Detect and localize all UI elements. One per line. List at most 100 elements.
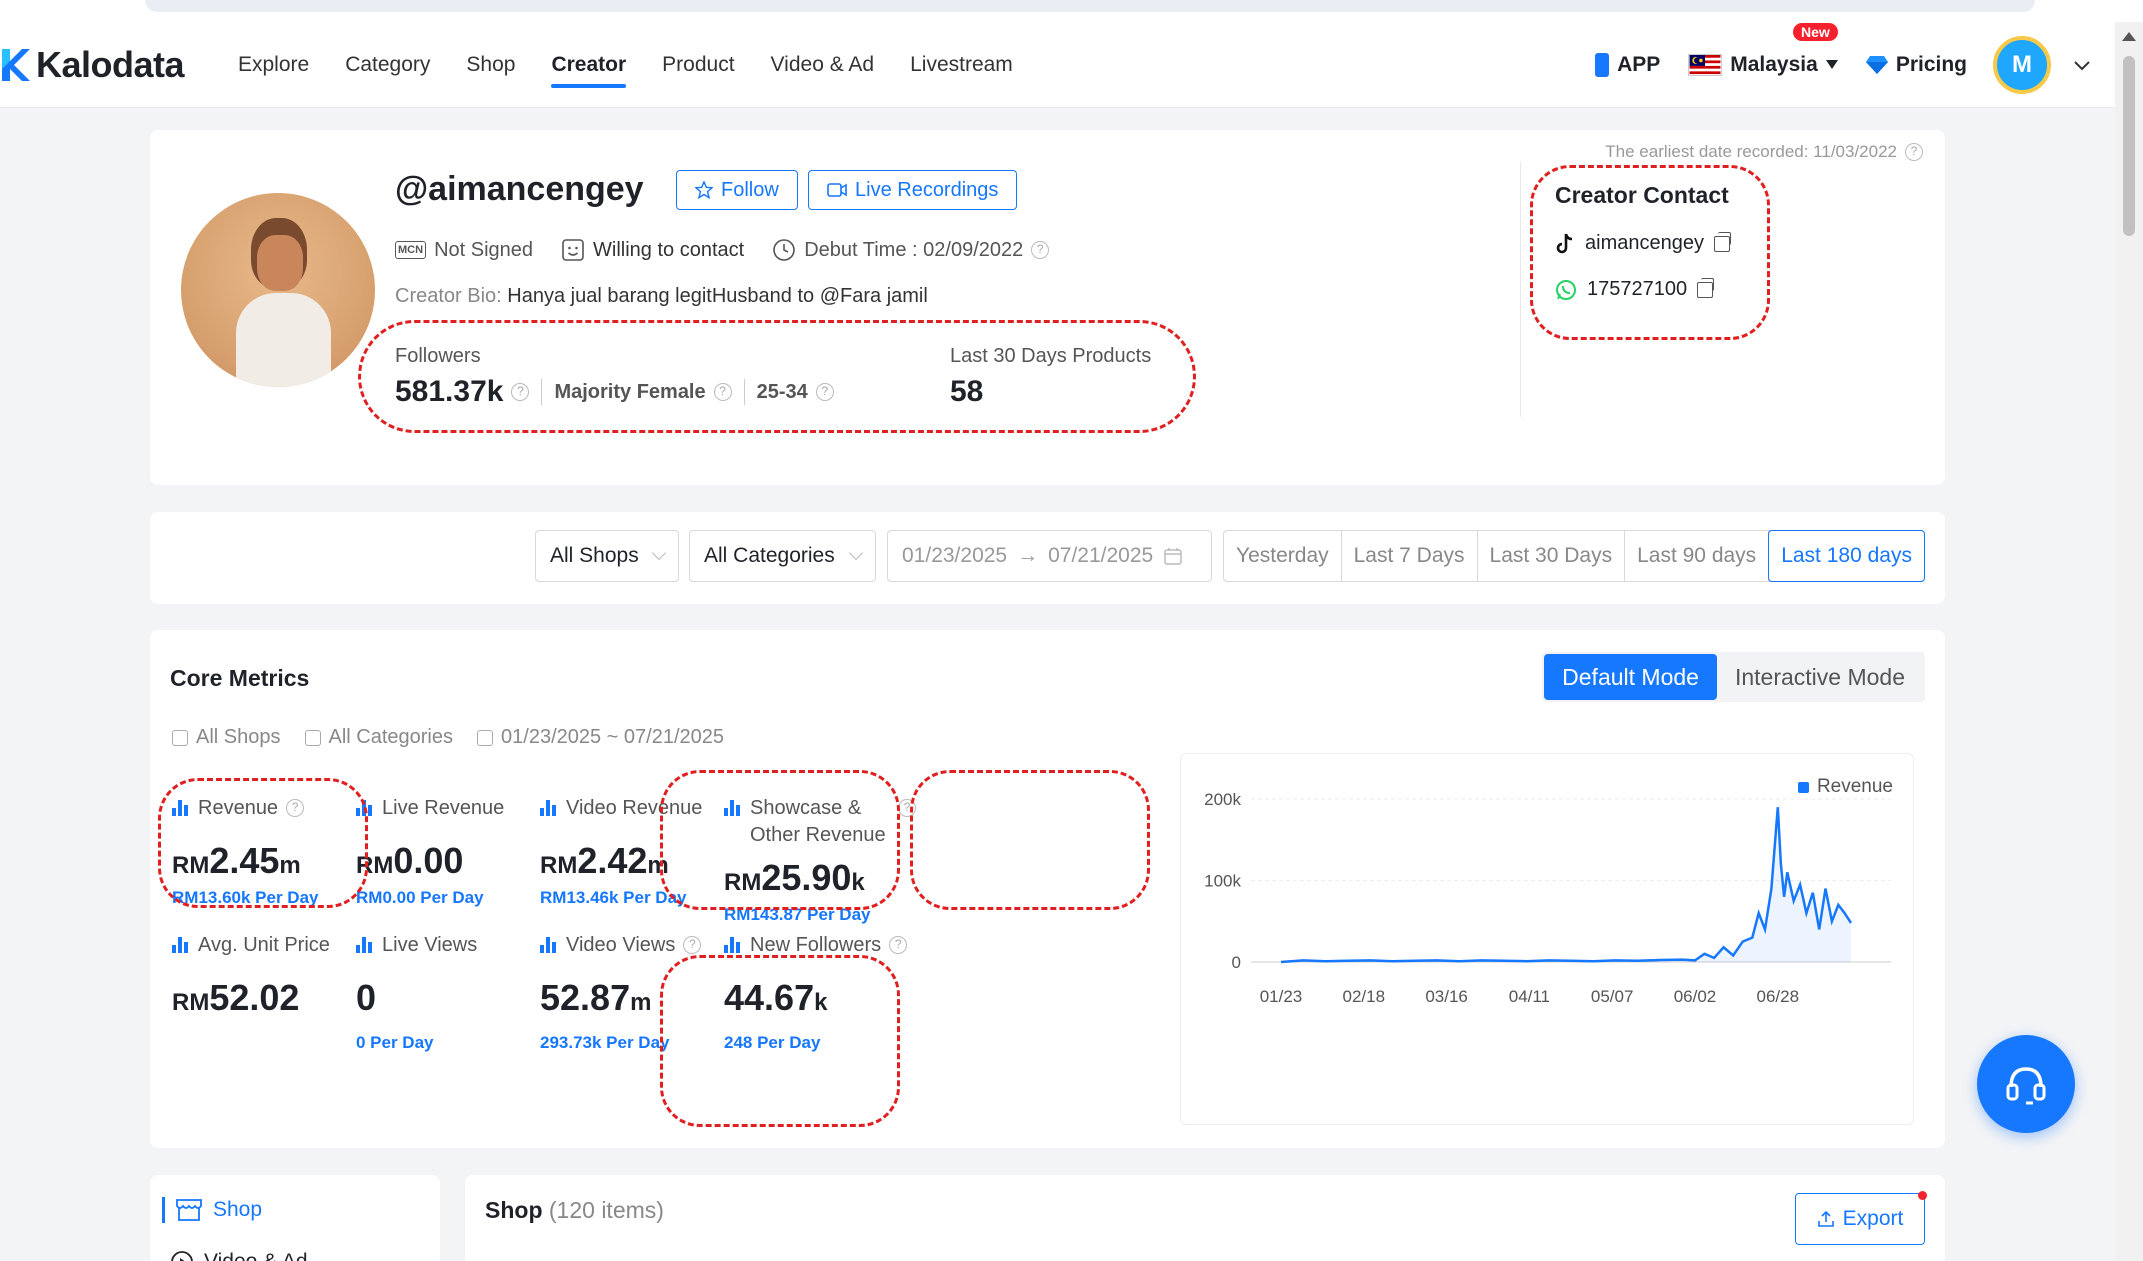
category-select[interactable]: All Categories [689,530,876,582]
range-last-7-days[interactable]: Last 7 Days [1342,531,1478,581]
shop-section: Shop (120 items) Export [465,1175,1945,1261]
quick-range-group: Yesterday Last 7 Days Last 30 Days Last … [1223,530,1925,582]
mcn-status-text: Not Signed [434,238,534,261]
range-last-180-days[interactable]: Last 180 days [1768,530,1925,582]
shop-title-text: Shop [485,1197,543,1223]
date-range-picker[interactable]: 01/23/2025 → 07/21/2025 [887,530,1212,582]
diamond-icon [1865,56,1888,74]
help-icon[interactable]: ? [1905,143,1923,161]
help-icon[interactable]: ? [683,936,702,954]
chevron-down-icon[interactable] [2073,56,2091,74]
malaysia-flag-icon [1688,54,1723,76]
filter-bar: All Shops All Categories 01/23/2025 → 07… [150,512,1945,604]
range-yesterday[interactable]: Yesterday [1224,531,1342,581]
highlight-video-revenue [660,770,900,910]
default-mode-button[interactable]: Default Mode [1544,654,1717,700]
calendar-icon [1164,548,1182,565]
revenue-chart[interactable]: Revenue 0 100k 200k 01/23 02/18 03/16 04/11 05/… [1180,753,1914,1125]
export-label: Export [1842,1207,1904,1230]
debut-time: Debut Time : 02/09/2022 ? [772,238,1050,262]
applied-categories: All Categories [304,726,454,749]
range-last-90-days[interactable]: Last 90 days [1625,531,1770,581]
chart-legend[interactable]: Revenue [1797,776,1893,798]
export-button[interactable]: Export [1795,1191,1927,1245]
nav-shop[interactable]: Shop [448,22,533,108]
creator-meta-row: MCN Not Signed Willing to contact Debut … [395,238,1050,262]
app-label: APP [1617,53,1661,76]
clock-icon [773,239,796,261]
calendar-icon [477,729,494,746]
legend-swatch [1797,781,1809,793]
applied-filters: All Shops All Categories 01/23/2025 ~ 07… [172,726,724,749]
revenue-chart-svg: 0 100k 200k 01/23 02/18 03/16 04/11 05/07 06/02 0… [1204,790,1891,1006]
pricing-label: Pricing [1895,53,1967,76]
mcn-icon: MCN [395,241,427,259]
metric-number: 0.00 [393,840,464,881]
mode-toggle: Default Mode Interactive Mode [1542,652,1925,702]
customer-support-button[interactable] [1977,1035,2075,1133]
caret-down-icon [1825,60,1838,69]
x-tick-label: 03/16 [1425,987,1468,1006]
scroll-up-arrow[interactable] [2122,32,2136,41]
user-avatar[interactable]: M [1993,36,2051,94]
nav-product[interactable]: Product [644,22,752,108]
brand-logo[interactable]: Kalodata [0,44,185,86]
smiley-icon [562,239,584,261]
debut-time-text: Debut Time : 02/09/2022 [804,238,1024,261]
shop-section-title: Shop (120 items) [485,1197,664,1224]
applied-date: 01/23/2025 ~ 07/21/2025 [477,726,724,749]
app-link[interactable]: APP [1595,53,1660,77]
divider [1520,162,1521,417]
chevron-down-icon [848,545,864,561]
core-metrics-card: Core Metrics Default Mode Interactive Mo… [150,630,1945,1148]
applied-shops: All Shops [172,726,281,749]
x-tick-label: 06/02 [1674,987,1717,1006]
browser-strip [0,0,2143,22]
metric-number: 52.87 [540,977,631,1018]
metric-unit: m [630,989,652,1016]
section-nav-shop[interactable]: Shop [162,1197,262,1223]
creator-bio: Creator Bio: Hanya jual barang legitHusb… [395,285,928,308]
bar-chart-icon [540,937,558,953]
store-icon [176,1199,202,1221]
upload-icon [1817,1210,1834,1227]
shop-select[interactable]: All Shops [535,530,679,582]
legend-label: Revenue [1816,776,1893,797]
section-nav-shop-label: Shop [213,1198,263,1221]
mcn-status: MCN Not Signed [395,239,533,262]
metric-prefix: RM [540,852,578,879]
avatar-letter: M [2012,51,2032,78]
pricing-link[interactable]: Pricing [1865,53,1967,77]
page-scrollbar[interactable] [2115,22,2143,1261]
help-icon[interactable]: ? [1031,241,1050,259]
range-last-30-days[interactable]: Last 30 Days [1478,531,1626,581]
nav-livestream[interactable]: Livestream [892,22,1031,108]
nav-creator[interactable]: Creator [533,22,644,108]
help-icon[interactable]: ? [889,936,908,954]
address-bar[interactable] [145,0,2035,12]
scroll-thumb[interactable] [2123,56,2135,236]
follow-button[interactable]: Follow [676,170,798,210]
x-tick-label: 05/07 [1591,987,1634,1006]
nav-category[interactable]: Category [327,22,448,108]
creator-profile-card: @aimancengey Follow Live Recordings MCN … [150,130,1945,485]
bio-text: Hanya jual barang legitHusband to @Fara … [507,285,928,307]
contact-status: Willing to contact [561,238,744,262]
country-selector[interactable]: New Malaysia [1688,23,1838,77]
headset-icon [2006,1067,2046,1105]
contact-status-text: Willing to contact [593,238,745,261]
shop-select-value: All Shops [550,544,639,567]
live-recordings-button[interactable]: Live Recordings [808,170,1018,210]
main-menu: Explore Category Shop Creator Product Vi… [220,22,1031,108]
y-tick-label: 200k [1204,790,1241,809]
interactive-mode-button[interactable]: Interactive Mode [1717,654,1923,700]
nav-video-ad[interactable]: Video & Ad [753,22,893,108]
applied-shops-text: All Shops [196,726,281,748]
highlight-showcase-revenue [910,770,1150,910]
highlight-stats [358,320,1196,433]
metric-prefix: RM [172,989,210,1016]
nav-explore[interactable]: Explore [220,22,327,108]
applied-categories-text: All Categories [328,726,454,748]
shop-icon [172,729,188,746]
section-nav-video[interactable]: Video & Ad [170,1250,308,1261]
